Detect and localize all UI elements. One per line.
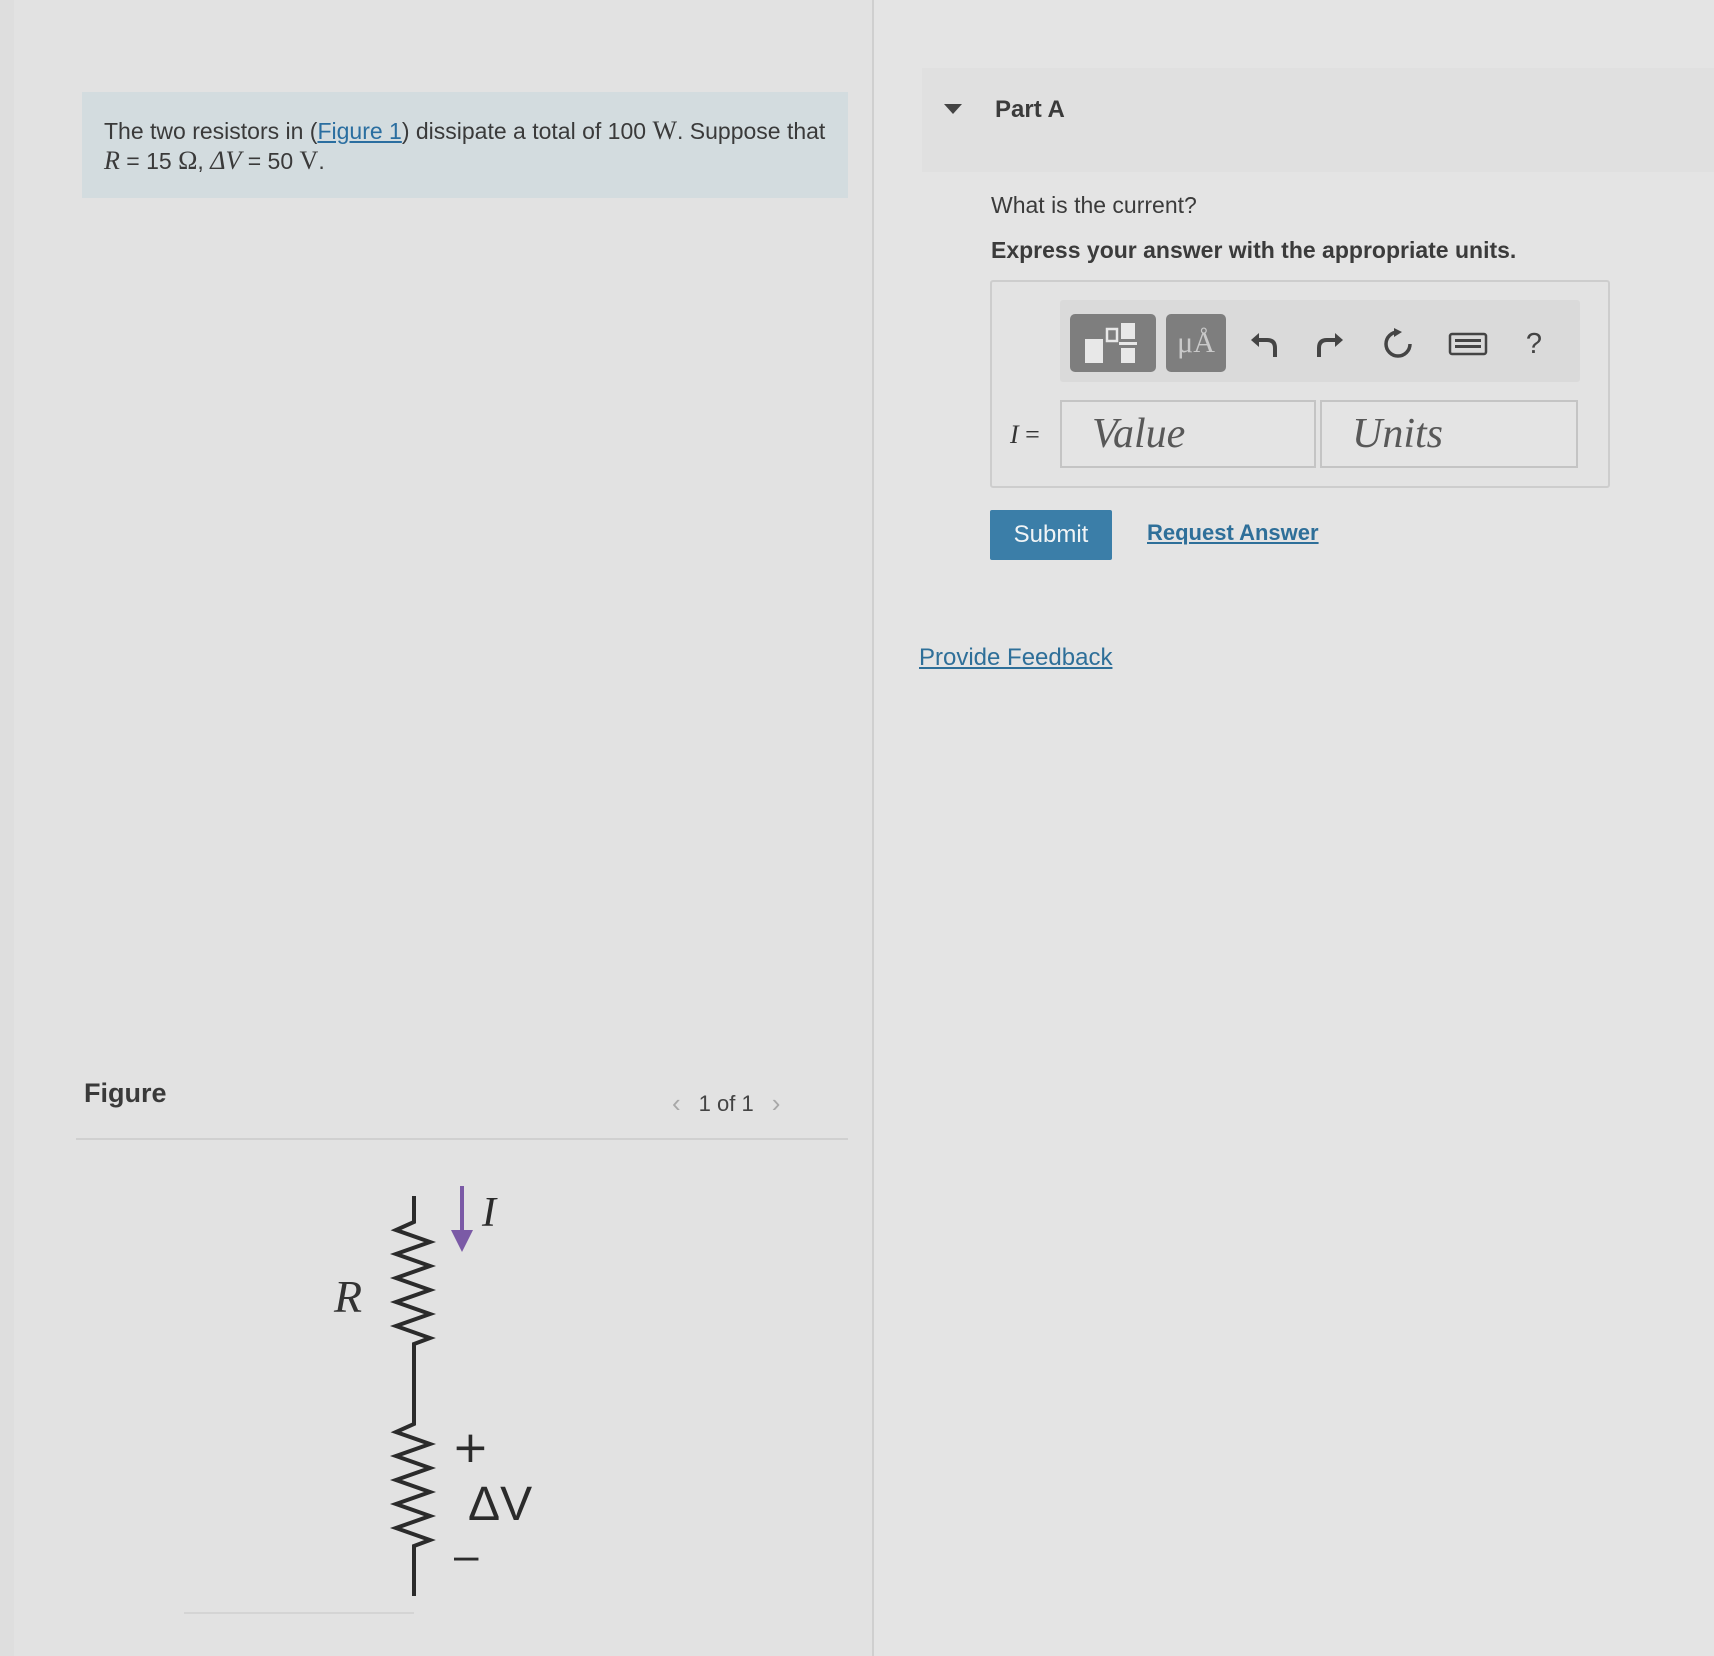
instruction-text: Express your answer with the appropriate…: [991, 237, 1517, 263]
templates-button[interactable]: [1070, 314, 1156, 372]
figure-link[interactable]: Figure 1: [317, 118, 401, 144]
units-input[interactable]: [1320, 400, 1578, 468]
request-answer-link[interactable]: Request Answer: [1147, 520, 1319, 546]
plus-sign: +: [452, 1422, 489, 1473]
submit-button[interactable]: Submit: [990, 510, 1112, 560]
figure-divider: [76, 1138, 848, 1140]
problem-end: .: [318, 148, 325, 174]
resistor-wire: [389, 1196, 437, 1596]
units-button[interactable]: μÅ: [1166, 314, 1226, 372]
delta-v-label: ΔV: [468, 1478, 532, 1531]
value-input[interactable]: [1060, 400, 1316, 468]
help-button[interactable]: ?: [1512, 322, 1556, 366]
ohm-unit: Ω: [178, 146, 198, 175]
equals-sign: =: [1018, 420, 1040, 449]
problem-text-1: The two resistors in (: [104, 118, 318, 144]
resistor-label: R: [333, 1271, 362, 1322]
reset-icon: [1384, 328, 1412, 358]
caret-down-icon[interactable]: [944, 104, 962, 114]
resistance-symbol: R: [104, 146, 120, 175]
voltage-value: = 50: [241, 148, 300, 174]
current-label: I: [481, 1190, 498, 1236]
help-icon: ?: [1525, 327, 1543, 360]
chevron-right-icon[interactable]: ›: [772, 1088, 781, 1119]
undo-icon: [1251, 333, 1277, 357]
templates-icon: [1085, 323, 1137, 363]
variable-symbol: I: [1010, 420, 1019, 449]
current-arrow: [451, 1186, 473, 1252]
redo-icon: [1317, 333, 1343, 357]
resistance-value: = 15: [119, 148, 179, 174]
problem-text-2: ) dissipate a total of 100: [401, 118, 653, 144]
circuit-diagram: I R + ΔV –: [333, 1186, 532, 1596]
problem-statement: The two resistors in (Figure 1) dissipat…: [82, 92, 848, 198]
figure-heading: Figure: [84, 1078, 167, 1108]
math-toolbar: μÅ ?: [1060, 300, 1580, 382]
pane-divider: [872, 0, 874, 1656]
redo-button[interactable]: [1308, 322, 1352, 366]
provide-feedback-link[interactable]: Provide Feedback: [919, 644, 1112, 672]
question-text: What is the current?: [991, 192, 1197, 218]
chevron-left-icon[interactable]: ‹: [672, 1088, 681, 1119]
figure-counter: 1 of 1: [698, 1090, 754, 1116]
problem-text-3: . Suppose that: [676, 118, 826, 144]
voltage-symbol: ΔV: [210, 146, 242, 175]
answer-variable: I =: [1010, 420, 1040, 450]
keyboard-button[interactable]: [1446, 322, 1490, 366]
volt-unit: V: [299, 146, 319, 175]
minus-sign: –: [454, 1531, 479, 1580]
part-title: Part A: [995, 96, 1065, 123]
units-button-label: μÅ: [1177, 326, 1215, 359]
separator: ,: [197, 148, 211, 174]
figure-bottom-divider: [184, 1612, 414, 1614]
watt-unit: W: [652, 116, 677, 145]
figure-pagination: ‹ 1 of 1 ›: [672, 1088, 780, 1119]
undo-button[interactable]: [1242, 322, 1286, 366]
keyboard-icon: [1448, 332, 1488, 356]
reset-button[interactable]: [1376, 322, 1420, 366]
